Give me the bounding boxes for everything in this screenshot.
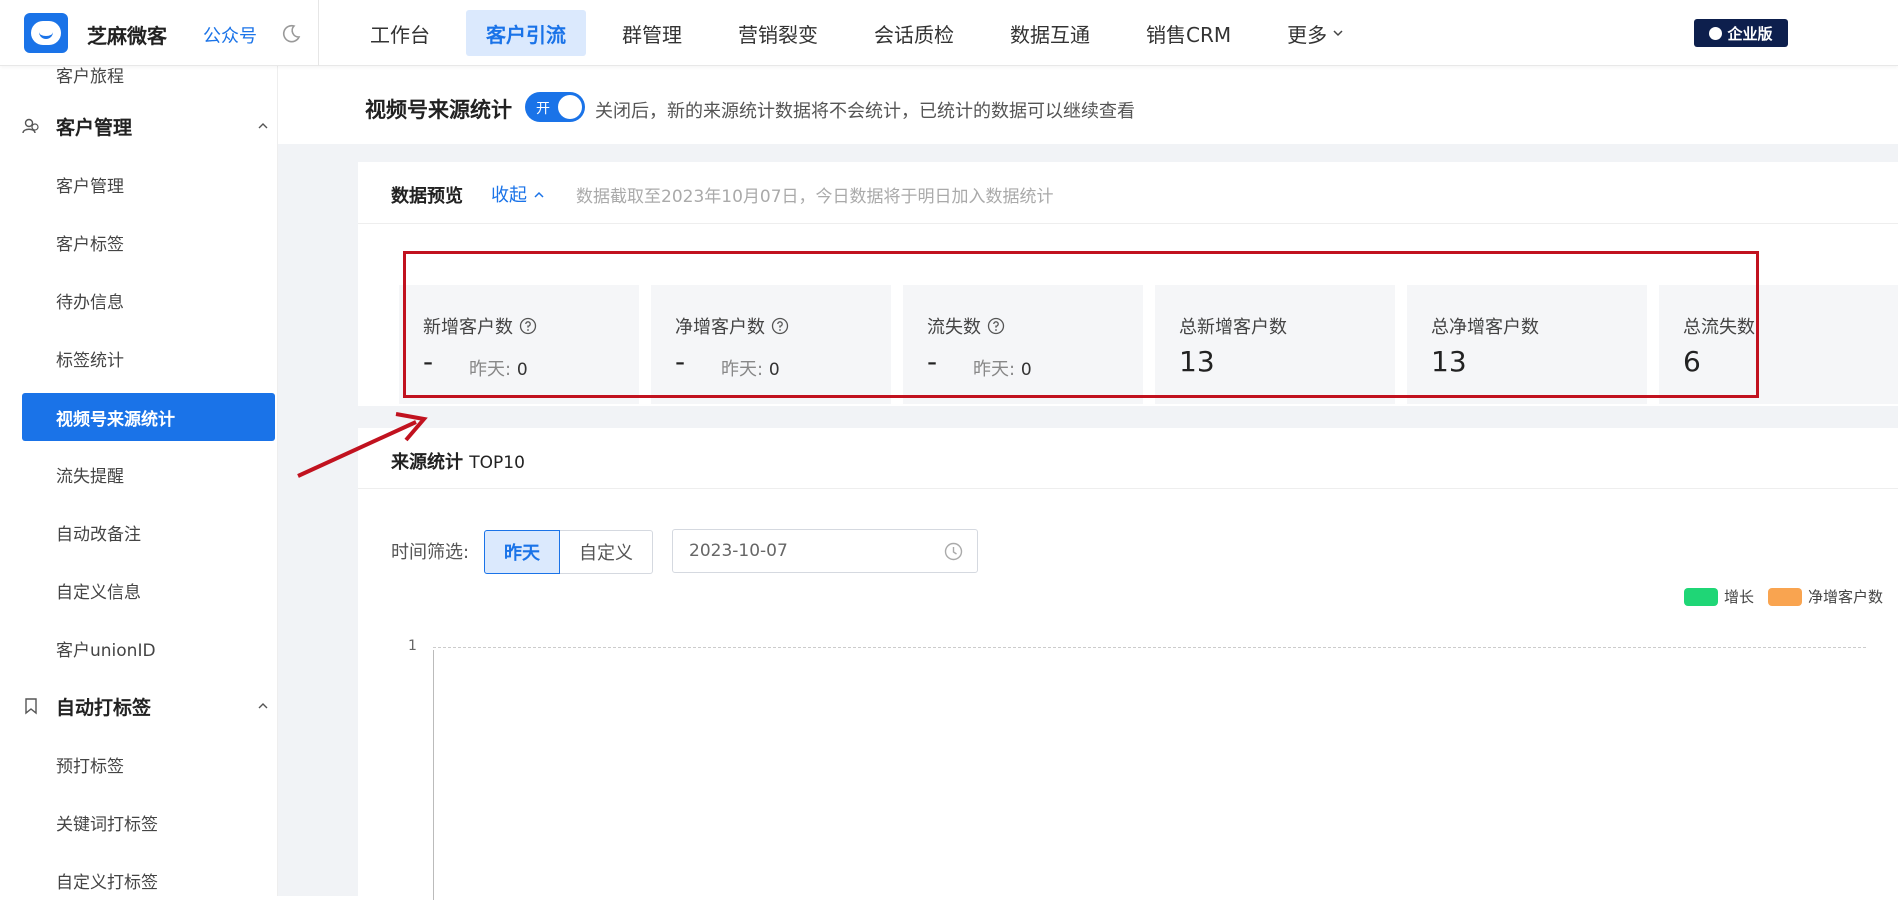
- data-preview-header: 数据预览 收起 数据截取至2023年10月07日，今日数据将于明日加入数据统计: [358, 162, 1898, 224]
- main-content: 视频号来源统计 开 关闭后，新的来源统计数据将不会统计，已统计的数据可以继续查看…: [278, 66, 1898, 900]
- legend-label: 净增客户数: [1807, 588, 1883, 606]
- top-navigation-bar: 芝麻微客 公众号 工作台 客户引流 群管理 营销裂变 会话质检 数据互通 销售C…: [0, 0, 1898, 66]
- nav-item-data-sync[interactable]: 数据互通: [990, 10, 1110, 56]
- chevron-down-icon: [1333, 30, 1343, 37]
- sidebar-item-video-source-stats[interactable]: 视频号来源统计: [22, 393, 275, 441]
- chart-legend: 增长 净增客户数: [1670, 586, 1883, 607]
- toggle-knob: [558, 95, 582, 119]
- moon-icon[interactable]: [281, 24, 301, 44]
- legend-item-growth[interactable]: 增长: [1683, 586, 1754, 607]
- time-filter-label: 时间筛选:: [391, 542, 470, 563]
- chevron-up-icon: [258, 123, 268, 129]
- sidebar-item-customer-journey[interactable]: 客户旅程: [22, 66, 275, 98]
- sidebar-item-tag-stats[interactable]: 标签统计: [22, 334, 275, 382]
- nav-item-workbench[interactable]: 工作台: [350, 10, 450, 56]
- sidebar-group-label: 自动打标签: [56, 696, 152, 719]
- chart-grid-line: [433, 647, 1866, 648]
- nav-item-customer-acquisition[interactable]: 客户引流: [466, 10, 586, 56]
- sidebar-item-keyword-tagging[interactable]: 关键词打标签: [22, 798, 275, 846]
- chevron-up-icon: [534, 191, 544, 198]
- brand-name: 芝麻微客: [87, 24, 167, 48]
- filter-yesterday-button[interactable]: 昨天: [484, 530, 560, 574]
- legend-swatch: [1683, 587, 1718, 606]
- nav-item-marketing-fission[interactable]: 营销裂变: [718, 10, 838, 56]
- customer-group-icon: [22, 118, 39, 134]
- stats-toggle-switch[interactable]: 开: [525, 92, 585, 122]
- source-stats-title-suffix: TOP10: [469, 453, 525, 473]
- clock-icon: [944, 542, 963, 561]
- sidebar-group-label: 客户管理: [56, 116, 133, 139]
- main-nav: 工作台 客户引流 群管理 营销裂变 会话质检 数据互通 销售CRM 更多: [350, 10, 1380, 56]
- gzh-link[interactable]: 公众号: [203, 22, 257, 48]
- bookmark-icon: [25, 698, 37, 715]
- chevron-up-icon: [258, 703, 268, 709]
- y-axis-tick-label: 1: [408, 638, 417, 654]
- nav-item-group-management[interactable]: 群管理: [602, 10, 702, 56]
- chat-bubble-icon: [1709, 26, 1723, 40]
- chart-y-axis: [433, 650, 434, 900]
- date-picker-input[interactable]: 2023-10-07: [672, 529, 978, 573]
- page-title: 视频号来源统计: [365, 98, 512, 122]
- sidebar-item-custom-info[interactable]: 自定义信息: [22, 566, 275, 614]
- legend-label: 增长: [1723, 588, 1754, 606]
- sidebar-item-customer-management[interactable]: 客户管理: [22, 160, 275, 208]
- sidebar: 客户旅程 客户管理 客户管理 客户标签 待办信息 标签统计 视频号来源统计 流失…: [0, 66, 278, 896]
- sidebar-group-customer-management[interactable]: 客户管理: [0, 102, 277, 150]
- nav-item-session-inspection[interactable]: 会话质检: [854, 10, 974, 56]
- source-stats-header: 来源统计 TOP10: [358, 428, 1898, 489]
- sidebar-item-customer-tags[interactable]: 客户标签: [22, 218, 275, 266]
- legend-item-net-customers[interactable]: 净增客户数: [1767, 586, 1883, 607]
- annotation-arrow-icon: [297, 412, 428, 478]
- sidebar-item-todo-info[interactable]: 待办信息: [22, 276, 275, 324]
- data-cutoff-note: 数据截取至2023年10月07日，今日数据将于明日加入数据统计: [576, 187, 1054, 207]
- enterprise-badge[interactable]: 企业版: [1694, 19, 1788, 47]
- nav-more-label: 更多: [1287, 22, 1328, 47]
- collapse-button[interactable]: 收起: [491, 181, 545, 207]
- sidebar-item-churn-alert[interactable]: 流失提醒: [22, 450, 275, 498]
- page-header: 视频号来源统计 开 关闭后，新的来源统计数据将不会统计，已统计的数据可以继续查看: [278, 66, 1898, 144]
- sidebar-item-pre-tagging[interactable]: 预打标签: [22, 740, 275, 788]
- toggle-description: 关闭后，新的来源统计数据将不会统计，已统计的数据可以继续查看: [595, 101, 1135, 122]
- collapse-label: 收起: [491, 185, 527, 206]
- sidebar-item-auto-remark[interactable]: 自动改备注: [22, 508, 275, 556]
- legend-swatch: [1767, 587, 1802, 606]
- annotation-highlight-box: [403, 251, 1759, 398]
- filter-custom-button[interactable]: 自定义: [560, 530, 653, 574]
- data-preview-title: 数据预览: [391, 186, 463, 207]
- toggle-label: 开: [536, 101, 550, 117]
- sidebar-item-customer-unionid[interactable]: 客户unionID: [22, 624, 275, 672]
- time-filter-segment: 昨天 自定义: [484, 530, 653, 574]
- sidebar-item-custom-tagging[interactable]: 自定义打标签: [22, 856, 275, 896]
- nav-item-more[interactable]: 更多: [1267, 10, 1364, 56]
- sidebar-group-auto-tagging[interactable]: 自动打标签: [0, 682, 277, 730]
- date-value: 2023-10-07: [689, 541, 788, 561]
- source-stats-card: 来源统计 TOP10 时间筛选: 昨天 自定义 2023-10-07 增长 净增…: [358, 428, 1898, 900]
- nav-item-sales-crm[interactable]: 销售CRM: [1126, 10, 1251, 56]
- enterprise-badge-label: 企业版: [1727, 24, 1773, 43]
- app-logo-icon[interactable]: [24, 13, 68, 53]
- nav-divider: [318, 0, 319, 66]
